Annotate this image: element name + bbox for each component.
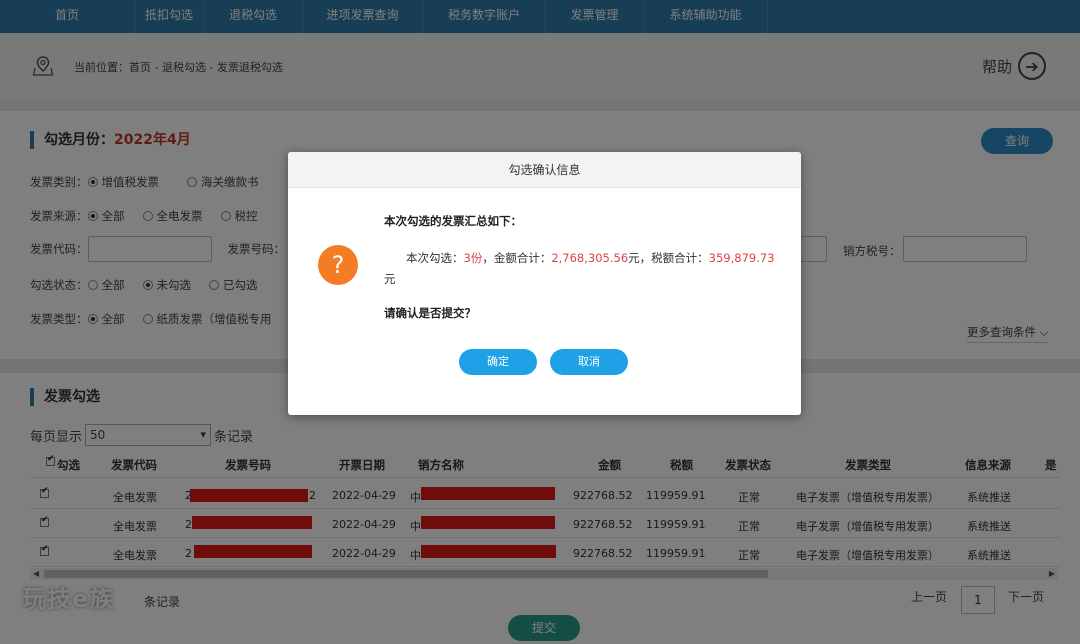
count-value: 3份 [463, 251, 483, 265]
ok-button[interactable]: 确定 [459, 349, 537, 375]
amount-label: ，金额合计： [482, 251, 552, 265]
amount-value: 2,768,305.56 [551, 251, 629, 265]
tax-unit: 元 [384, 272, 396, 286]
confirm-dialog: 勾选确认信息 ? 本次勾选的发票汇总如下： 本次勾选：3份，金额合计：2,768… [288, 152, 801, 415]
confirm-question: 请确认是否提交？ [384, 306, 476, 320]
tax-value: 359,879.73 [708, 251, 775, 265]
count-label: 本次勾选： [406, 251, 464, 265]
summary-heading: 本次勾选的发票汇总如下： [384, 214, 522, 228]
summary-detail: 本次勾选：3份，金额合计：2,768,305.56元，税额合计：359,879.… [384, 248, 784, 290]
cancel-button[interactable]: 取消 [550, 349, 628, 375]
dialog-title: 勾选确认信息 [288, 152, 801, 188]
tax-label: 元，税额合计： [628, 251, 709, 265]
question-icon: ? [318, 245, 358, 285]
